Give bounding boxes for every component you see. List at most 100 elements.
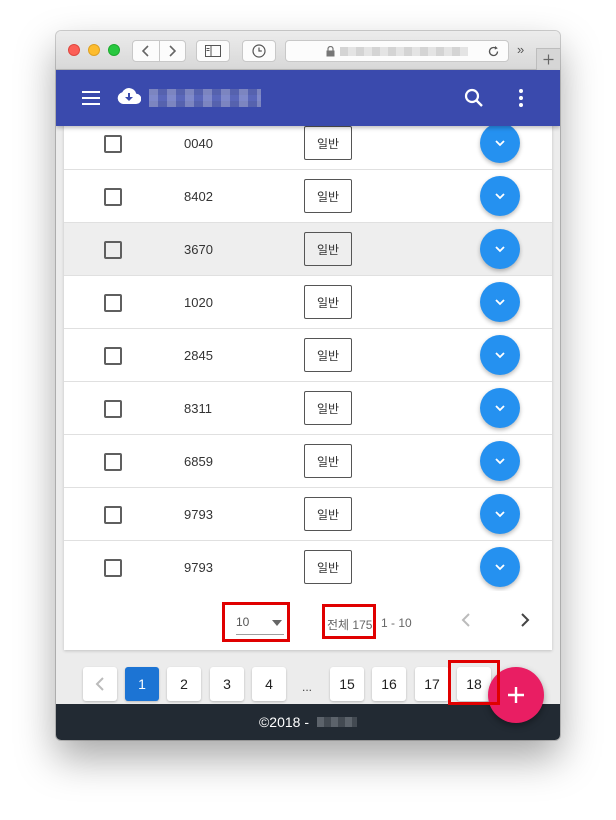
row-type-badge[interactable]: 일반 <box>304 338 352 372</box>
app-title-redacted <box>149 89 261 107</box>
chevron-down-icon <box>495 457 505 464</box>
chevron-left-icon[interactable] <box>461 612 471 628</box>
row-checkbox[interactable] <box>104 559 122 577</box>
rows-per-page-select[interactable]: 10 <box>236 613 284 635</box>
toolbar-overflow-button[interactable]: » <box>517 42 524 57</box>
new-tab-button[interactable] <box>536 48 560 70</box>
row-checkbox[interactable] <box>104 506 122 524</box>
row-checkbox[interactable] <box>104 347 122 365</box>
row-id: 2845 <box>184 348 213 363</box>
copyright-owner-redacted <box>317 717 357 727</box>
app-bar <box>56 70 560 126</box>
row-expand-button[interactable] <box>480 388 520 428</box>
table-pager: 10 전체 175 1 - 10 <box>64 591 552 650</box>
total-count-label: 전체 175 <box>327 618 373 632</box>
row-checkbox[interactable] <box>104 400 122 418</box>
row-expand-button[interactable] <box>480 547 520 587</box>
more-vert-icon[interactable] <box>518 88 524 108</box>
chevron-down-icon <box>495 298 505 305</box>
sidebar-toggle-button[interactable] <box>196 40 230 62</box>
browser-toolbar: » <box>56 31 560 70</box>
plus-icon <box>543 54 554 65</box>
browser-window: » 0040 일반 8402 일반 3670 일반 1020 일반 2845 일반 8311 일반 68… <box>56 31 560 740</box>
chevron-down-icon <box>495 192 505 199</box>
page-button[interactable]: 3 <box>210 667 244 701</box>
page-button[interactable]: 1 <box>125 667 159 701</box>
table-row[interactable]: 1020 일반 <box>64 276 552 329</box>
table-row[interactable]: 0040 일반 <box>64 126 552 170</box>
page-button[interactable]: 16 <box>372 667 406 701</box>
table-row[interactable]: 9793 일반 <box>64 488 552 541</box>
hamburger-menu-icon[interactable] <box>82 91 100 105</box>
search-icon[interactable] <box>464 88 484 108</box>
row-id: 9793 <box>184 507 213 522</box>
close-window-button[interactable] <box>68 44 80 56</box>
zoom-window-button[interactable] <box>108 44 120 56</box>
rows-per-page-value: 10 <box>236 615 250 629</box>
pagination-prev-button[interactable] <box>83 667 117 701</box>
page-content: 0040 일반 8402 일반 3670 일반 1020 일반 2845 일반 8311 일반 6859… <box>56 126 560 704</box>
footer: ©2018 - <box>56 704 560 740</box>
row-expand-button[interactable] <box>480 335 520 375</box>
row-expand-button[interactable] <box>480 126 520 163</box>
chevron-right-icon[interactable] <box>520 612 530 628</box>
address-redacted <box>340 47 468 56</box>
table-row[interactable]: 9793 일반 <box>64 541 552 594</box>
sidebar-icon <box>205 45 221 57</box>
minimize-window-button[interactable] <box>88 44 100 56</box>
chevron-right-icon <box>169 45 177 57</box>
page-button[interactable]: 15 <box>330 667 364 701</box>
address-bar[interactable] <box>285 40 509 62</box>
chevron-down-icon <box>495 351 505 358</box>
lock-icon <box>326 46 335 57</box>
chevron-left-icon <box>95 677 104 691</box>
row-id: 1020 <box>184 295 213 310</box>
row-expand-button[interactable] <box>480 282 520 322</box>
copyright-text: ©2018 - <box>258 714 309 730</box>
add-fab-button[interactable] <box>488 667 544 723</box>
chevron-down-icon <box>495 139 505 146</box>
row-id: 0040 <box>184 136 213 151</box>
row-expand-button[interactable] <box>480 229 520 269</box>
dropdown-arrow-icon <box>272 620 282 626</box>
row-type-badge[interactable]: 일반 <box>304 179 352 213</box>
page-button[interactable]: 18 <box>457 667 491 701</box>
row-type-badge[interactable]: 일반 <box>304 232 352 266</box>
row-type-badge[interactable]: 일반 <box>304 444 352 478</box>
table-row[interactable]: 6859 일반 <box>64 435 552 488</box>
row-id: 6859 <box>184 454 213 469</box>
clock-icon <box>252 44 266 58</box>
table-row[interactable]: 2845 일반 <box>64 329 552 382</box>
page-button[interactable]: 4 <box>252 667 286 701</box>
history-button[interactable] <box>242 40 276 62</box>
row-type-badge[interactable]: 일반 <box>304 391 352 425</box>
page-button[interactable]: 17 <box>415 667 449 701</box>
row-checkbox[interactable] <box>104 188 122 206</box>
data-table-card: 0040 일반 8402 일반 3670 일반 1020 일반 2845 일반 8311 일반 6859… <box>64 126 552 650</box>
chevron-down-icon <box>495 404 505 411</box>
back-button[interactable] <box>133 41 159 61</box>
row-type-badge[interactable]: 일반 <box>304 126 352 160</box>
row-type-badge[interactable]: 일반 <box>304 497 352 531</box>
chevron-down-icon <box>495 510 505 517</box>
row-type-badge[interactable]: 일반 <box>304 550 352 584</box>
reload-icon[interactable] <box>487 45 500 58</box>
row-expand-button[interactable] <box>480 176 520 216</box>
table-row[interactable]: 8402 일반 <box>64 170 552 223</box>
page-button[interactable]: 2 <box>167 667 201 701</box>
cloud-download-icon <box>117 88 141 105</box>
row-id: 8402 <box>184 189 213 204</box>
row-checkbox[interactable] <box>104 453 122 471</box>
row-type-badge[interactable]: 일반 <box>304 285 352 319</box>
row-id: 8311 <box>184 401 212 416</box>
row-checkbox[interactable] <box>104 241 122 259</box>
table-row[interactable]: 8311 일반 <box>64 382 552 435</box>
forward-button[interactable] <box>158 41 185 61</box>
row-checkbox[interactable] <box>104 294 122 312</box>
row-checkbox[interactable] <box>104 135 122 153</box>
chevron-down-icon <box>495 245 505 252</box>
row-expand-button[interactable] <box>480 441 520 481</box>
table-row[interactable]: 3670 일반 <box>64 223 552 276</box>
back-forward-group <box>132 40 186 62</box>
row-expand-button[interactable] <box>480 494 520 534</box>
